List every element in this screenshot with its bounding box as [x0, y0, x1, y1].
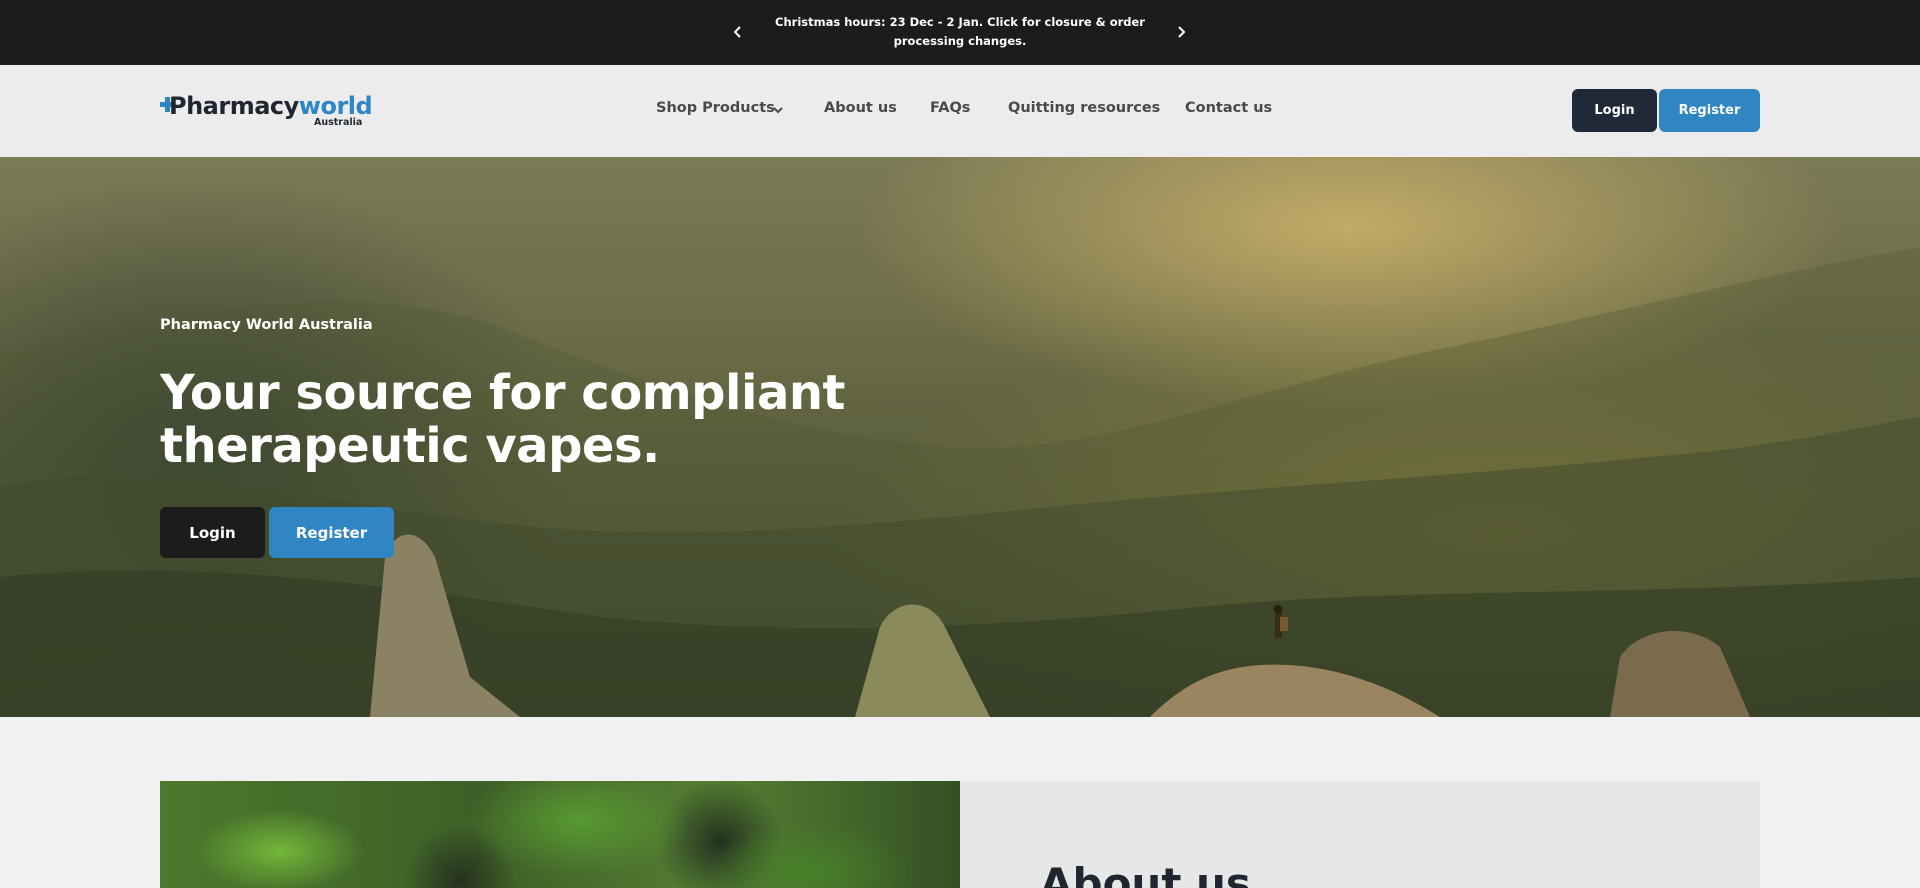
logo-subtitle: Australia	[314, 117, 363, 128]
chevron-left-icon	[733, 26, 741, 38]
announcement-prev-button[interactable]	[726, 20, 750, 44]
hero-headline: Your source for compliant therapeutic va…	[160, 365, 845, 474]
logo-word-world: world	[298, 92, 373, 120]
nav-item-quitting-resources[interactable]: Quitting resources	[1008, 100, 1160, 116]
site-logo[interactable]: Pharmacyworld Australia	[160, 92, 373, 128]
header-login-button[interactable]: Login	[1572, 89, 1657, 132]
about-section: About us	[160, 781, 1760, 888]
header-register-button[interactable]: Register	[1659, 89, 1760, 132]
site-header: Pharmacyworld Australia Shop Products Ab…	[0, 65, 1920, 157]
announcement-message[interactable]: Christmas hours: 23 Dec - 2 Jan. Click f…	[760, 13, 1160, 51]
chevron-right-icon	[1178, 26, 1186, 38]
about-title: About us	[1040, 859, 1251, 888]
hero-eyebrow: Pharmacy World Australia	[160, 317, 373, 333]
announcement-bar: Christmas hours: 23 Dec - 2 Jan. Click f…	[0, 0, 1920, 65]
nav-item-shop-products[interactable]: Shop Products	[656, 100, 775, 116]
about-photo	[160, 781, 960, 888]
hero-login-button[interactable]: Login	[160, 507, 265, 558]
nav-item-faqs[interactable]: FAQs	[930, 100, 970, 116]
hero-section: Pharmacy World Australia Your source for…	[0, 157, 1920, 717]
nav-item-contact-us[interactable]: Contact us	[1185, 100, 1272, 116]
logo-word-pharmacy: Pharmacy	[169, 92, 299, 120]
logo-wordmark: Pharmacyworld	[169, 92, 373, 120]
chevron-down-icon[interactable]	[772, 104, 784, 116]
nav-item-about-us[interactable]: About us	[824, 100, 897, 116]
hero-register-button[interactable]: Register	[269, 507, 394, 558]
announcement-next-button[interactable]	[1169, 20, 1193, 44]
